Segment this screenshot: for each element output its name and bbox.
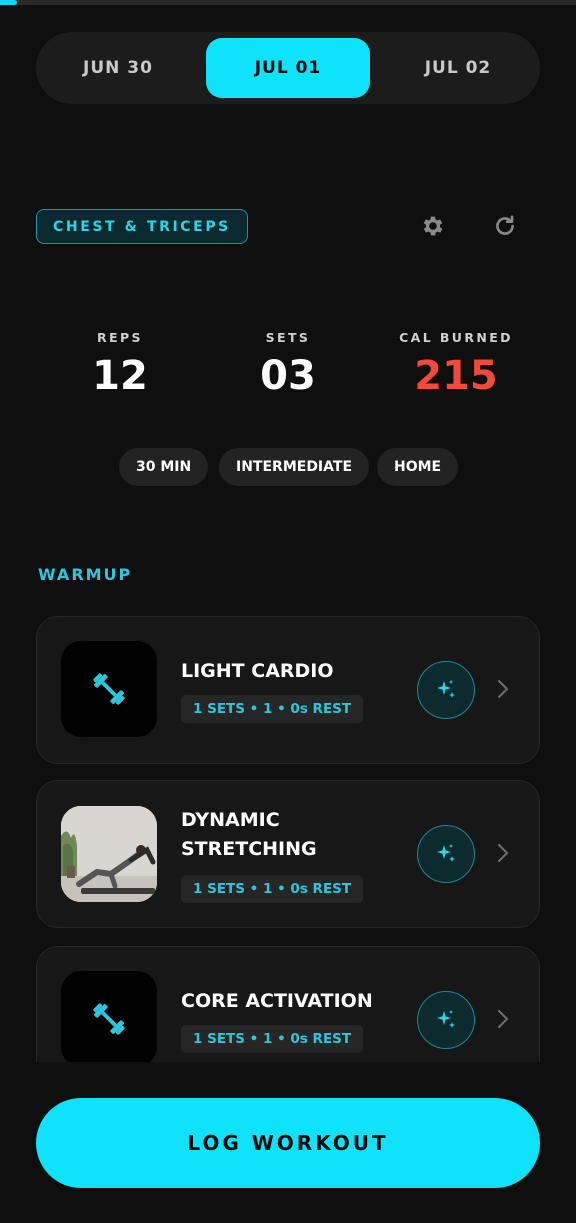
date-tabs: JUN 30 JUL 01 JUL 02 [36,32,540,104]
sparkle-icon [437,844,455,862]
date-tab-jun-30[interactable]: JUN 30 [36,38,200,98]
refresh-icon [496,215,514,235]
exercise-name: CORE ACTIVATION [181,990,373,1012]
section-title-warmup: WARMUP [38,565,133,584]
dumbbell-icon [93,673,125,705]
exercise-meta: 1 SETS • 1 • 0s REST [181,1025,364,1053]
exercise-name: LIGHT CARDIO [181,660,334,682]
stat-sets-label: SETS [265,330,311,345]
exercise-thumbnail [61,971,157,1062]
exercise-meta: 1 SETS • 1 • 0s REST [181,695,364,723]
stat-reps-value: 12 [92,353,148,399]
ai-sparkle-button[interactable] [417,661,475,719]
exercise-meta: 1 SETS • 1 • 0s REST [181,875,364,903]
exercise-thumbnail [61,641,157,737]
chevron-right-icon [497,679,509,699]
exercise-card[interactable]: LIGHT CARDIO 1 SETS • 1 • 0s REST [36,616,540,764]
chevron-right-icon [497,1009,509,1029]
exercise-open-button[interactable] [493,679,513,699]
ai-sparkle-button[interactable] [417,825,475,883]
date-tab-jul-01[interactable]: JUL 01 [206,38,370,98]
chevron-right-icon [497,843,509,863]
exercise-open-button[interactable] [493,1009,513,1029]
stat-reps-label: REPS [97,330,143,345]
sparkle-icon [437,680,455,698]
tag-duration: 30 MIN [119,448,209,486]
exercise-list[interactable]: LIGHT CARDIO 1 SETS • 1 • 0s REST DYNAMI… [0,610,576,1062]
dumbbell-icon [93,1003,125,1035]
exercise-thumbnail [61,806,157,902]
yoga-photo [61,806,157,902]
workout-title-chip: CHEST & TRICEPS [36,209,248,244]
tag-location: HOME [377,448,459,486]
stat-sets-value: 03 [260,353,316,399]
stat-reps: REPS 12 [50,330,190,399]
sparkle-icon [437,1010,455,1028]
exercise-open-button[interactable] [493,843,513,863]
ai-sparkle-button[interactable] [417,991,475,1049]
exercise-card[interactable]: DYNAMIC STRETCHING 1 SETS • 1 • 0s REST [36,780,540,928]
top-progress-track [0,0,576,5]
date-tab-jul-02[interactable]: JUL 02 [376,38,540,98]
exercise-name: DYNAMIC STRETCHING [181,809,317,860]
settings-button[interactable] [417,210,449,242]
top-progress-fill [0,0,18,5]
stat-calories-value: 215 [414,353,498,399]
stat-sets: SETS 03 [218,330,358,399]
tag-level: INTERMEDIATE [219,448,370,486]
stat-calories-label: CAL BURNED [399,330,513,345]
refresh-button[interactable] [489,210,521,242]
gear-icon [423,216,443,236]
exercise-card[interactable]: CORE ACTIVATION 1 SETS • 1 • 0s REST [36,946,540,1062]
stat-calories: CAL BURNED 215 [386,330,526,399]
log-workout-button[interactable]: LOG WORKOUT [36,1098,540,1188]
